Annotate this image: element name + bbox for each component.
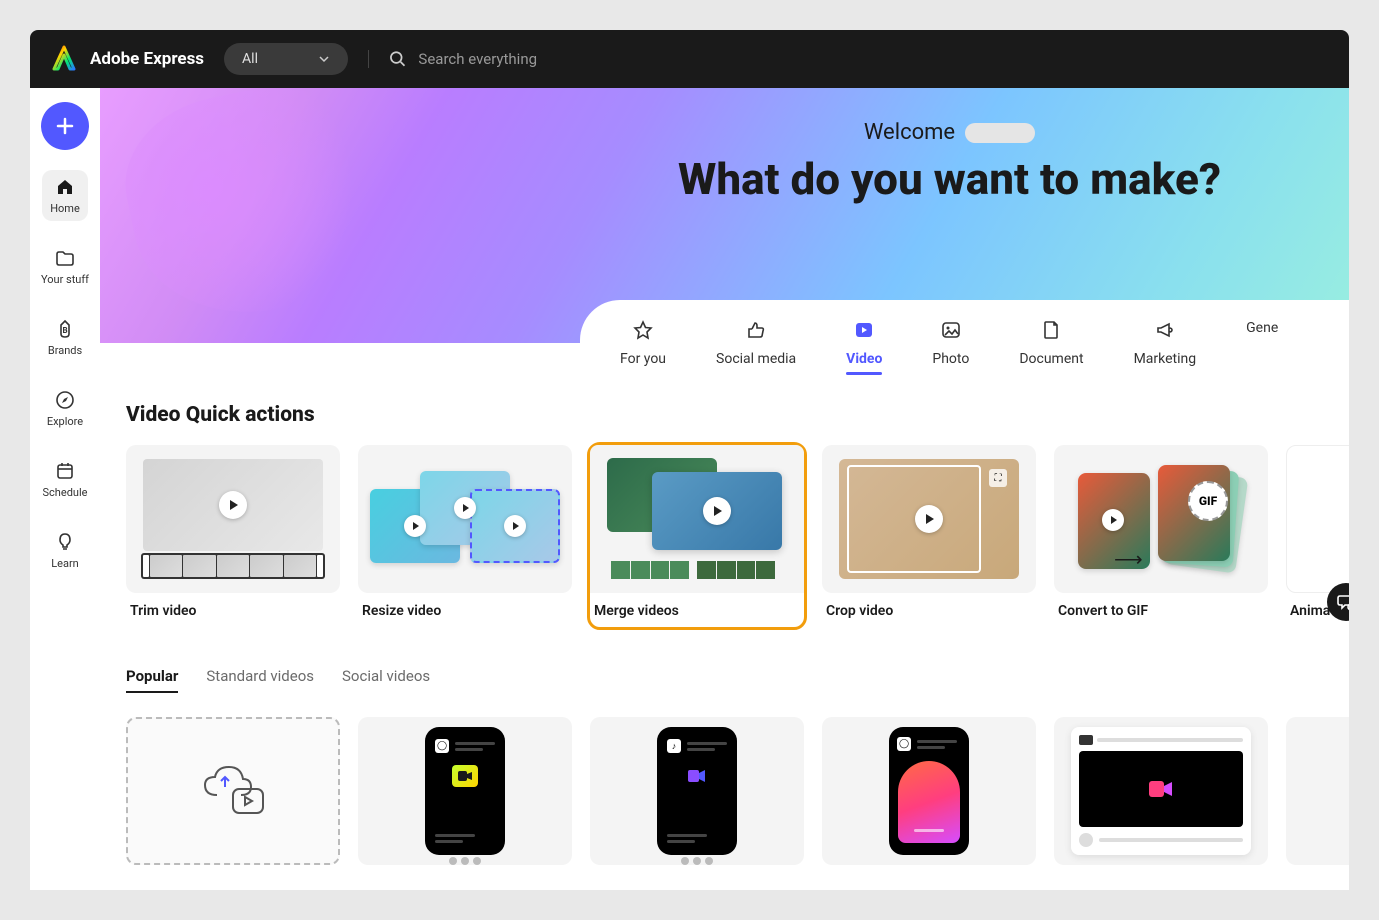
video-icon [458,770,472,782]
star-icon [633,320,653,345]
template-instagram-video[interactable]: ◯ [358,717,572,865]
folder-icon [54,247,76,269]
sidebar-item-label: Schedule [43,486,88,499]
thumb-crop: ⛶ [822,445,1036,593]
tab-document[interactable]: Document [1019,320,1083,373]
thumb-merge [590,445,804,593]
chevron-down-icon [318,53,330,65]
chat-icon [1336,592,1349,612]
quick-action-label: Merge videos [590,603,804,627]
adobe-logo-icon [50,45,78,73]
section-title: Video Quick actions [126,403,1349,427]
sidebar-item-schedule[interactable]: Schedule [35,454,96,505]
logo[interactable]: Adobe Express [50,45,204,73]
calendar-icon [54,460,76,482]
sidebar-item-label: Home [50,202,80,215]
video-icon [688,768,706,784]
quick-action-label: Trim video [126,603,340,627]
megaphone-icon [1155,320,1175,345]
search-icon [389,50,406,68]
brand-icon: B [54,318,76,340]
dropdown-label: All [242,51,258,67]
tab-generate[interactable]: Gene [1246,320,1278,373]
search-scope-dropdown[interactable]: All [224,43,348,75]
thumbs-up-icon [746,320,766,345]
welcome-text: Welcome [864,120,955,145]
app-name: Adobe Express [90,49,204,69]
templates-row: ◯ ♪ ◯ [100,707,1349,865]
quick-actions-section: Video Quick actions Trim video [100,343,1349,627]
hero-title: What do you want to make? [550,153,1349,205]
youtube-icon [1079,735,1093,745]
sidebar-item-label: Explore [47,415,83,428]
sidebar-item-label: Brands [48,344,82,357]
plus-icon [55,116,75,136]
sidebar-item-label: Learn [51,557,79,570]
quick-action-label: Convert to GIF [1054,603,1268,627]
sidebar: Home Your stuff B Brands Explore Schedul… [30,88,100,890]
cloud-upload-icon [195,759,271,819]
thumb-animate [1286,445,1349,593]
tab-for-you[interactable]: For you [620,320,666,373]
arrow-icon: ⟶ [1114,547,1143,571]
tab-social-media[interactable]: Social media [716,320,796,373]
svg-text:B: B [62,326,67,335]
category-tabs: For you Social media Video Photo [580,300,1349,383]
template-video-generic[interactable] [1286,717,1349,865]
instagram-icon: ◯ [435,739,449,753]
filter-tab-social-videos[interactable]: Social videos [342,667,430,693]
template-upload[interactable] [126,717,340,865]
video-icon [1149,779,1173,799]
quick-action-trim-video[interactable]: Trim video [126,445,340,627]
tab-photo[interactable]: Photo [932,320,969,373]
template-instagram-reel[interactable]: ◯ [822,717,1036,865]
main-content: Welcome What do you want to make? For yo… [100,88,1349,890]
quick-action-label: Resize video [358,603,572,627]
filter-tab-standard-videos[interactable]: Standard videos [206,667,314,693]
thumb-gif: GIF ⟶ [1054,445,1268,593]
tiktok-icon: ♪ [667,739,681,753]
template-tiktok-video[interactable]: ♪ [590,717,804,865]
home-icon [54,176,76,198]
image-icon [941,320,961,345]
search-box [368,50,1329,68]
sidebar-item-label: Your stuff [41,273,89,286]
compass-icon [54,389,76,411]
gif-badge: GIF [1188,481,1228,521]
quick-action-crop-video[interactable]: ⛶ Crop video [822,445,1036,627]
template-filter-tabs: Popular Standard videos Social videos [100,627,1349,707]
instagram-icon: ◯ [897,737,911,751]
quick-action-label: Crop video [822,603,1036,627]
hero-banner: Welcome What do you want to make? For yo… [100,88,1349,343]
sidebar-item-home[interactable]: Home [42,170,88,221]
thumb-resize [358,445,572,593]
play-square-icon [854,320,874,345]
tab-marketing[interactable]: Marketing [1134,320,1197,373]
quick-action-resize-video[interactable]: Resize video [358,445,572,627]
create-button[interactable] [41,102,89,150]
crop-icon: ⛶ [989,469,1007,487]
bulb-icon [54,531,76,553]
sidebar-item-your-stuff[interactable]: Your stuff [33,241,97,292]
thumb-trim [126,445,340,593]
sidebar-item-learn[interactable]: Learn [43,525,87,576]
file-icon [1041,320,1061,345]
tab-video[interactable]: Video [846,320,882,373]
user-name-placeholder [965,123,1035,143]
quick-action-convert-to-gif[interactable]: GIF ⟶ Convert to GIF [1054,445,1268,627]
template-youtube-video[interactable] [1054,717,1268,865]
filter-tab-popular[interactable]: Popular [126,667,178,693]
app-header: Adobe Express All [30,30,1349,88]
sidebar-item-explore[interactable]: Explore [39,383,91,434]
search-input[interactable] [418,50,1309,68]
sidebar-item-brands[interactable]: B Brands [40,312,90,363]
quick-action-merge-videos[interactable]: Merge videos [590,445,804,627]
